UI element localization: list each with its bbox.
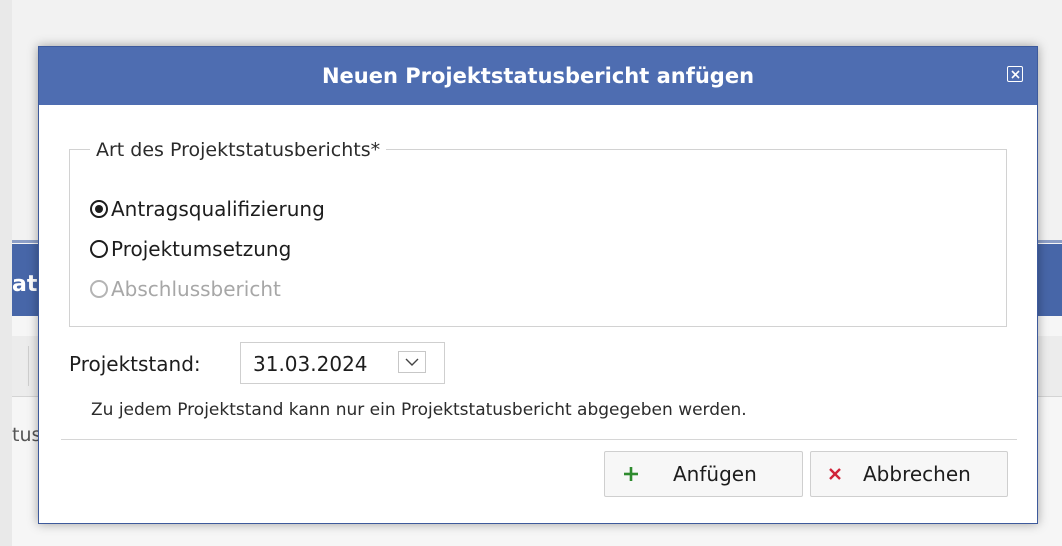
report-type-legend: Art des Projektstatusberichts* (90, 138, 387, 162)
radio-abschlussbericht: Abschlussbericht (90, 276, 281, 302)
close-x-icon (825, 464, 845, 484)
radio-disabled-icon (90, 280, 108, 298)
projektstand-label: Projektstand: (69, 352, 201, 376)
dialog-title: Neuen Projektstatusbericht anfügen (321, 64, 755, 88)
add-button[interactable]: Anfügen (604, 451, 803, 497)
radio-label: Antragsqualifizierung (111, 197, 325, 221)
projektstand-value: 31.03.2024 (253, 352, 368, 376)
app-status-text: tus (12, 424, 42, 446)
cancel-button-label: Abbrechen (863, 462, 971, 486)
plus-icon (621, 464, 641, 484)
cancel-button[interactable]: Abbrechen (810, 451, 1008, 497)
radio-label: Abschlussbericht (111, 277, 281, 301)
report-type-group: Art des Projektstatusberichts* Antragsqu… (69, 138, 1007, 327)
app-toolbar-separator (28, 346, 29, 386)
radio-projektumsetzung[interactable]: Projektumsetzung (90, 236, 291, 262)
radio-label: Projektumsetzung (111, 237, 292, 261)
dialog-divider (61, 439, 1017, 440)
projektstand-hint: Zu jedem Projektstand kann nur ein Proje… (91, 400, 747, 420)
projektstand-select[interactable]: 31.03.2024 (240, 342, 445, 384)
radio-checked-icon[interactable] (90, 200, 108, 218)
close-icon[interactable] (1007, 66, 1023, 82)
chevron-down-icon[interactable] (398, 351, 426, 373)
radio-antragsqualifizierung[interactable]: Antragsqualifizierung (90, 196, 325, 222)
add-status-report-dialog: Neuen Projektstatusbericht anfügen Art d… (38, 46, 1038, 524)
add-button-label: Anfügen (673, 462, 757, 486)
radio-unchecked-icon[interactable] (90, 240, 108, 258)
app-header-text: at (12, 272, 38, 297)
dialog-titlebar[interactable]: Neuen Projektstatusbericht anfügen (39, 47, 1037, 105)
